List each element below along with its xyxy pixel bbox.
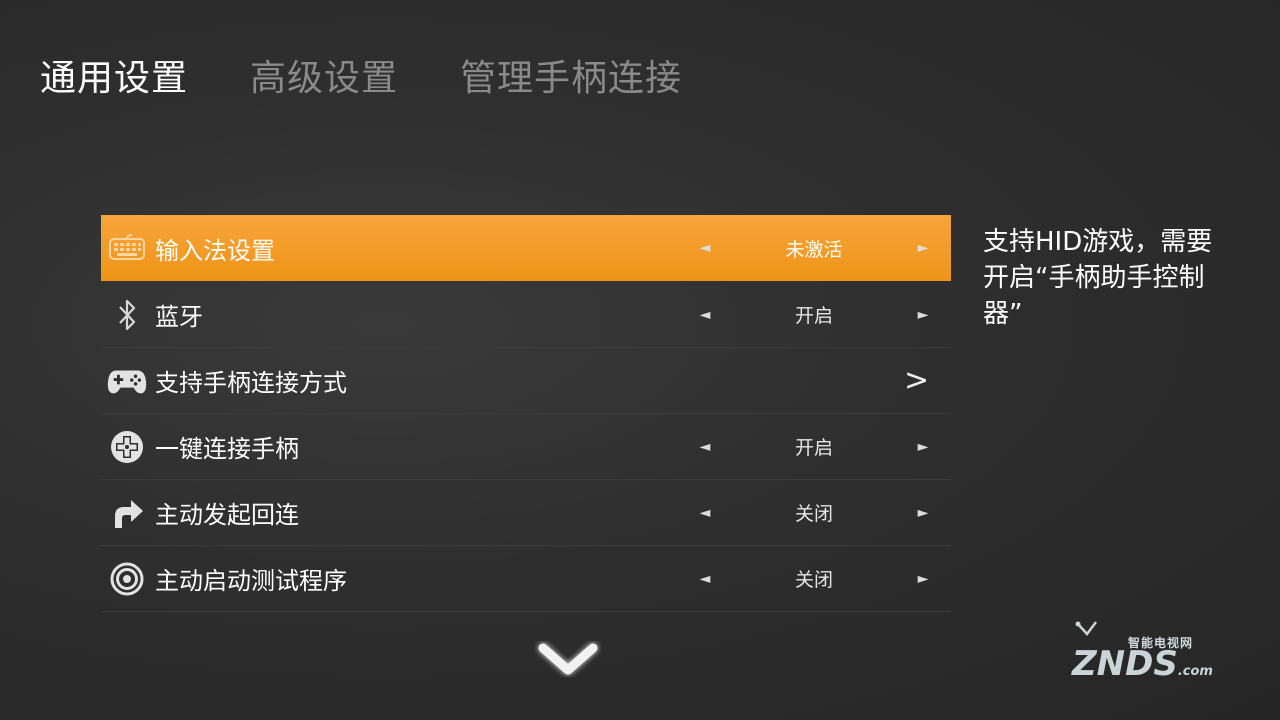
menu-item-bluetooth[interactable]: 蓝牙 ◄ 开启 ► <box>101 282 951 348</box>
next-option-arrow-icon[interactable]: ► <box>913 240 933 256</box>
keyboard-icon <box>107 228 147 268</box>
tab-general-settings[interactable]: 通用设置 <box>40 49 188 101</box>
next-option-arrow-icon[interactable]: ► <box>913 571 933 587</box>
previous-option-arrow-icon[interactable]: ◄ <box>695 505 715 521</box>
option-value: 关闭 <box>794 569 833 591</box>
settings-menu: 输入法设置 ◄ 未激活 ► 蓝牙 ◄ 开启 ► 支持手柄连接方式 > 一键连接手… <box>101 215 951 612</box>
watermark-main-text: ZNDS <box>1072 644 1178 684</box>
tv-antenna-icon <box>1075 621 1097 636</box>
reconnect-arrow-icon <box>107 493 147 533</box>
tab-advanced-settings[interactable]: 高级设置 <box>250 49 398 101</box>
menu-item-gamepad-connection-modes[interactable]: 支持手柄连接方式 > <box>101 348 951 414</box>
option-value: 开启 <box>794 305 833 327</box>
menu-item-one-key-connect[interactable]: 一键连接手柄 ◄ 开启 ► <box>101 414 951 480</box>
option-value: 关闭 <box>794 503 833 525</box>
item-description: 支持HID游戏，需要开启“手柄助手控制器” <box>983 227 1213 329</box>
watermark-suffix: .com <box>1177 664 1213 679</box>
previous-option-arrow-icon[interactable]: ◄ <box>695 571 715 587</box>
tab-manage-gamepad-connection[interactable]: 管理手柄连接 <box>460 49 682 101</box>
menu-item-label: 主动启动测试程序 <box>155 567 347 595</box>
previous-option-arrow-icon[interactable]: ◄ <box>695 439 715 455</box>
tab-bar: 通用设置 高级设置 管理手柄连接 <box>40 50 744 100</box>
menu-item-active-reconnect[interactable]: 主动发起回连 ◄ 关闭 ► <box>101 480 951 546</box>
menu-item-label: 输入法设置 <box>155 236 275 265</box>
menu-item-input-method[interactable]: 输入法设置 ◄ 未激活 ► <box>101 215 951 281</box>
gamepad-icon <box>107 361 147 401</box>
menu-item-label: 支持手柄连接方式 <box>155 369 347 397</box>
watermark-title: ZNDS.com <box>1072 644 1213 684</box>
next-option-arrow-icon[interactable]: ► <box>913 439 933 455</box>
previous-option-arrow-icon[interactable]: ◄ <box>695 307 715 323</box>
option-value: 开启 <box>794 437 833 459</box>
znds-watermark-logo: 智能电视网 ZNDS.com <box>1066 620 1246 690</box>
next-option-arrow-icon[interactable]: ► <box>913 307 933 323</box>
option-value: 未激活 <box>785 238 843 261</box>
next-option-arrow-icon[interactable]: ► <box>913 505 933 521</box>
previous-option-arrow-icon[interactable]: ◄ <box>695 240 715 256</box>
menu-item-label: 蓝牙 <box>155 303 203 331</box>
chevron-right-icon[interactable]: > <box>904 363 929 398</box>
bluetooth-icon <box>107 295 147 335</box>
menu-item-label: 主动发起回连 <box>155 501 299 529</box>
target-icon <box>107 559 147 599</box>
menu-item-label: 一键连接手柄 <box>155 435 299 463</box>
menu-item-active-test-program[interactable]: 主动启动测试程序 ◄ 关闭 ► <box>101 546 951 612</box>
scroll-down-chevron-icon[interactable] <box>533 632 603 682</box>
dpad-icon <box>107 427 147 467</box>
